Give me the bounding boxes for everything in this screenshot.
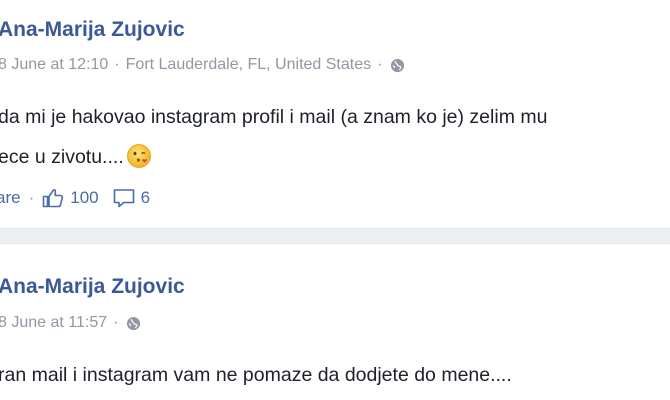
action-separator: · [28,188,35,207]
post-meta: 8 June at 12:10 · Fort Lauderdale, FL, U… [0,56,405,74]
like-count[interactable]: 100 [70,188,98,208]
globe-icon[interactable] [390,58,405,73]
post-author-name[interactable]: Ana-Marija Zujovic [0,275,185,299]
meta-separator: · [113,314,119,331]
post-text-fragment: ece u zivotu.... [0,146,124,168]
post-2: Ana-Marija Zujovic 8 June at 11:57 · ran… [0,244,670,400]
meta-separator: · [377,56,383,73]
post-1: Ana-Marija Zujovic 8 June at 12:10 · For… [0,0,670,228]
post-actions: are · 100 6 [0,188,150,208]
globe-icon[interactable] [126,316,141,331]
post-text-line-2: ece u zivotu.... [0,143,152,169]
comment-bubble-icon[interactable] [113,188,135,208]
share-link[interactable]: are [0,188,21,208]
post-author-name[interactable]: Ana-Marija Zujovic [0,18,185,42]
post-timestamp[interactable]: 8 June at 12:10 [0,56,108,74]
post-text-line: ran mail i instagram vam ne pomaze da do… [0,364,512,386]
post-meta: 8 June at 11:57 · [0,314,141,332]
post-timestamp[interactable]: 8 June at 11:57 [0,314,107,332]
post-text-line: da mi je hakovao instagram profil i mail… [0,106,548,128]
kissing-wink-emoji-icon [126,143,152,169]
comment-count[interactable]: 6 [141,188,150,208]
post-location[interactable]: Fort Lauderdale, FL, United States [126,56,371,74]
feed-divider [0,228,670,244]
thumbs-up-icon[interactable] [42,188,64,208]
meta-separator: · [114,56,120,73]
